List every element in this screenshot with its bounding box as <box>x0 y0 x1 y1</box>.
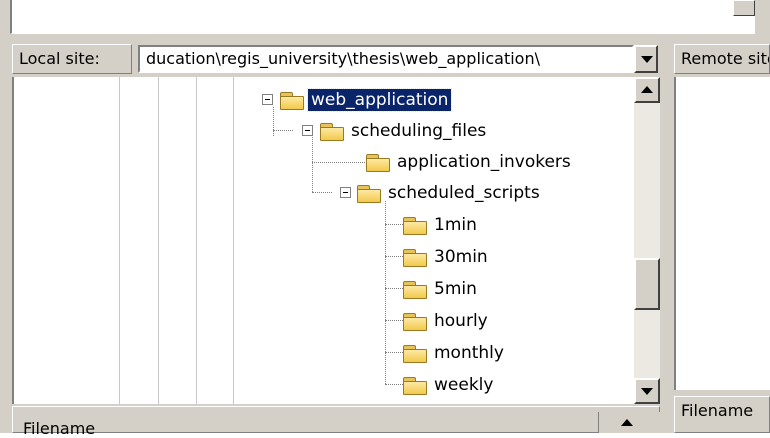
scroll-up-icon <box>641 86 653 93</box>
collapse-icon[interactable] <box>302 125 313 136</box>
local-path-dropdown-button[interactable] <box>634 45 658 73</box>
collapse-icon[interactable] <box>262 94 273 105</box>
scroll-thumb[interactable] <box>634 258 660 310</box>
tree-item-5min[interactable]: 5min <box>403 274 480 304</box>
top-scroll-button[interactable] <box>733 0 755 16</box>
tree-item-scheduled-scripts[interactable]: scheduled_scripts <box>357 178 543 208</box>
remote-folder-tree[interactable] <box>674 77 770 390</box>
top-pane-box <box>10 0 755 34</box>
file-list-scroll-button[interactable] <box>598 412 660 433</box>
folder-icon <box>403 376 427 395</box>
tree-line <box>385 256 405 257</box>
scroll-down-icon <box>641 388 653 395</box>
remote-site-label: Remote site: <box>674 44 770 74</box>
tree-item-label: 5min <box>434 279 477 299</box>
tree-line <box>312 192 332 193</box>
tree-line <box>385 224 405 225</box>
tree-line <box>385 320 405 321</box>
collapse-icon[interactable] <box>340 187 351 198</box>
tree-item-label: hourly <box>434 311 488 331</box>
tree-item-weekly[interactable]: weekly <box>403 370 496 400</box>
folder-icon <box>366 153 390 172</box>
tree-item-30min[interactable]: 30min <box>403 242 491 272</box>
local-site-label: Local site: <box>12 44 132 74</box>
tree-line <box>385 384 405 385</box>
scroll-up-icon <box>621 419 633 426</box>
tree-line <box>273 107 274 136</box>
pane-splitter[interactable] <box>660 38 674 433</box>
tree-line <box>312 162 367 163</box>
tree-item-label: scheduled_scripts <box>388 183 540 203</box>
local-folder-tree[interactable]: web_application scheduling_files applica… <box>12 77 634 404</box>
filename-column-header[interactable]: Filename <box>12 406 660 438</box>
tree-item-label: 30min <box>434 247 488 267</box>
tree-item-monthly[interactable]: monthly <box>403 338 507 368</box>
tree-line <box>385 288 405 289</box>
tree-item-label: web_application <box>306 88 453 112</box>
folder-icon <box>403 216 427 235</box>
tree-line <box>273 130 293 131</box>
tree-line <box>385 201 386 384</box>
tree-item-label: weekly <box>434 375 494 395</box>
folder-icon <box>320 122 344 141</box>
folder-icon <box>403 280 427 299</box>
tree-item-label: scheduling_files <box>351 121 487 141</box>
folder-icon <box>403 248 427 267</box>
chevron-down-icon <box>641 56 653 63</box>
folder-icon <box>357 184 381 203</box>
scroll-down-button[interactable] <box>634 378 660 404</box>
tree-item-1min[interactable]: 1min <box>403 210 480 240</box>
tree-vertical-scrollbar[interactable] <box>634 77 660 404</box>
folder-icon <box>403 344 427 363</box>
tree-item-application-invokers[interactable]: application_invokers <box>366 147 574 177</box>
tree-line <box>385 352 405 353</box>
column-divider <box>119 77 120 404</box>
column-divider <box>158 77 159 404</box>
folder-icon <box>280 91 304 110</box>
tree-item-label: monthly <box>434 343 504 363</box>
tree-item-scheduling-files[interactable]: scheduling_files <box>320 116 489 146</box>
column-divider <box>233 77 234 404</box>
filename-header-label: Filename <box>23 419 96 438</box>
folder-icon <box>403 312 427 331</box>
tree-item-label: application_invokers <box>397 152 571 172</box>
tree-line <box>312 137 313 192</box>
tree-item-label: 1min <box>434 215 477 235</box>
local-path-combo[interactable]: ducation\regis_university\thesis\web_app… <box>138 45 634 73</box>
tree-item-web-application[interactable]: web_application <box>280 85 453 115</box>
scroll-up-button[interactable] <box>634 77 660 103</box>
remote-filename-header[interactable]: Filename <box>674 396 770 433</box>
tree-item-hourly[interactable]: hourly <box>403 306 491 336</box>
column-divider <box>196 77 197 404</box>
